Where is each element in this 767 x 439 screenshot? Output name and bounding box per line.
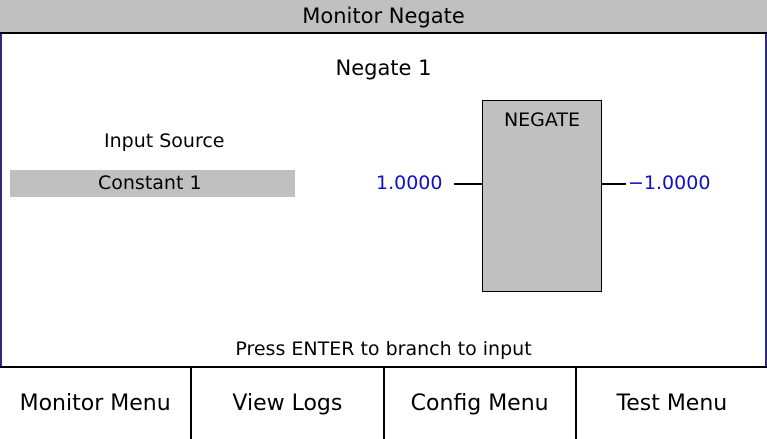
block-input-value: 1.0000 (376, 172, 443, 194)
input-connector-line (454, 183, 482, 185)
monitor-menu-button[interactable]: Monitor Menu (0, 368, 193, 439)
test-menu-label: Test Menu (616, 391, 728, 416)
view-logs-button[interactable]: View Logs (192, 368, 385, 439)
config-menu-button[interactable]: Config Menu (385, 368, 577, 439)
input-source-field[interactable]: Constant 1 (10, 170, 295, 197)
view-logs-label: View Logs (232, 391, 343, 416)
block-output-value: −1.0000 (628, 172, 711, 194)
test-menu-button[interactable]: Test Menu (577, 368, 767, 439)
page-title: Monitor Negate (302, 4, 465, 28)
negate-block: NEGATE (482, 100, 602, 292)
instruction-text: Press ENTER to branch to input (235, 338, 532, 360)
bottom-menu-bar: Monitor Menu View Logs Config Menu Test … (0, 366, 767, 439)
input-source-label: Input Source (104, 130, 225, 152)
title-bar: Monitor Negate (0, 0, 767, 34)
config-menu-label: Config Menu (410, 391, 549, 416)
monitor-menu-label: Monitor Menu (19, 391, 171, 416)
output-connector-line (602, 183, 626, 185)
negate-block-label: NEGATE (503, 109, 581, 131)
input-source-value: Constant 1 (98, 172, 202, 194)
block-title: Negate 1 (335, 56, 432, 80)
